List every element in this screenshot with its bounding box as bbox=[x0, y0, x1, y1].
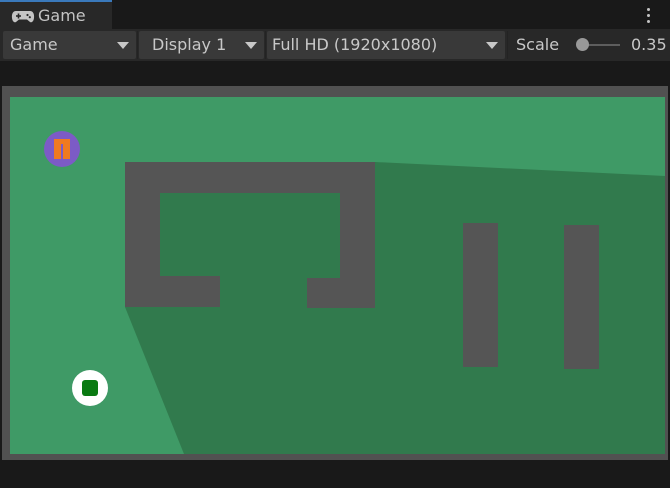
chevron-down-icon bbox=[117, 42, 129, 49]
chevron-down-icon bbox=[245, 42, 257, 49]
display-mode-label: Game bbox=[10, 35, 58, 54]
toolbar-separator bbox=[507, 31, 508, 59]
pillar-right bbox=[564, 225, 599, 369]
tab-game[interactable]: Game bbox=[0, 0, 112, 29]
pause-icon[interactable] bbox=[44, 131, 80, 167]
game-view[interactable] bbox=[10, 97, 665, 454]
toolbar-separator bbox=[137, 31, 138, 59]
tab-title: Game bbox=[38, 6, 86, 25]
wall-top bbox=[125, 162, 375, 193]
chevron-down-icon bbox=[486, 42, 498, 49]
game-toolbar: Game Display 1 Full HD (1920x1080) Scale… bbox=[0, 29, 670, 61]
display-dropdown[interactable]: Display 1 bbox=[139, 31, 264, 59]
toolbar-separator bbox=[265, 31, 266, 59]
gamepad-icon bbox=[11, 11, 35, 23]
player-ring-icon bbox=[72, 370, 108, 406]
kebab-menu-icon[interactable] bbox=[640, 5, 658, 25]
game-window: Game Game Display 1 Full HD (1920x1080) … bbox=[0, 0, 670, 488]
pillar-left bbox=[463, 223, 498, 367]
scale-value: 0.35 bbox=[631, 35, 667, 54]
resolution-label: Full HD (1920x1080) bbox=[272, 35, 438, 54]
wall-bottom-right bbox=[307, 278, 375, 308]
scale-slider-thumb[interactable] bbox=[576, 38, 589, 51]
resolution-dropdown[interactable]: Full HD (1920x1080) bbox=[267, 31, 505, 59]
tab-bar: Game bbox=[0, 0, 670, 29]
display-label: Display 1 bbox=[152, 35, 227, 54]
scale-label: Scale bbox=[516, 35, 560, 54]
display-mode-dropdown[interactable]: Game bbox=[3, 31, 136, 59]
wall-bottom-left bbox=[125, 276, 220, 307]
